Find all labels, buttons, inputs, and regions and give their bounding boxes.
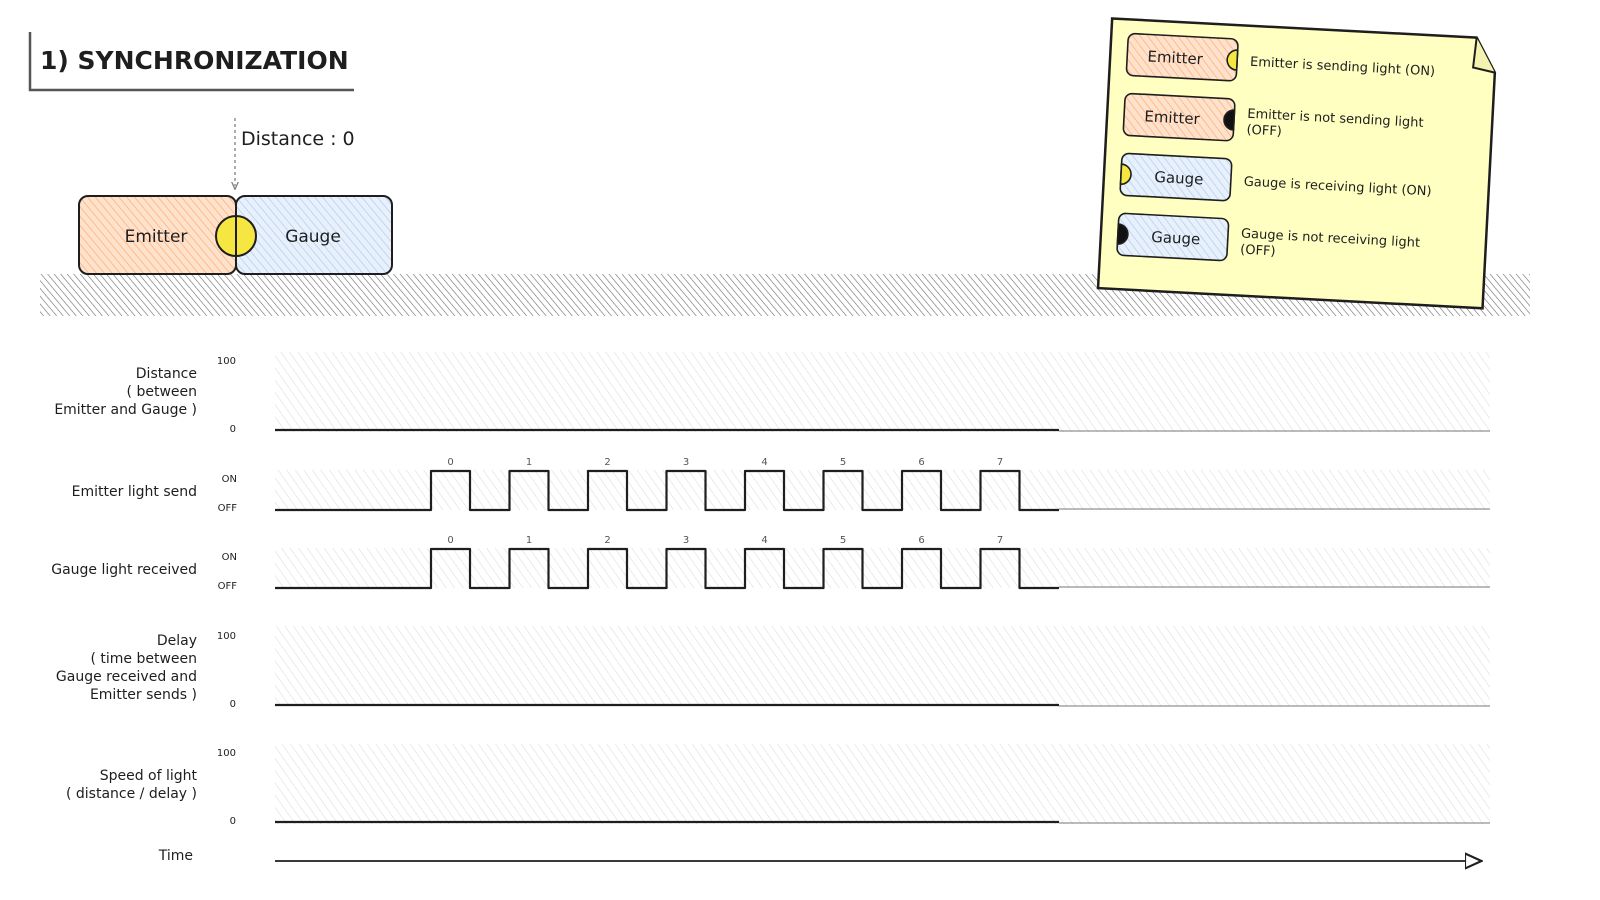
- svg-text:Delay: Delay: [157, 633, 197, 649]
- svg-text:Emitter sends ): Emitter sends ): [90, 687, 197, 703]
- speed-min-tick: 0: [230, 816, 236, 827]
- delay-track-bg: [275, 626, 1490, 706]
- delay-min-tick: 0: [230, 699, 236, 710]
- time-axis-label: Time: [158, 848, 193, 864]
- svg-text:Emitter and Gauge ): Emitter and Gauge ): [54, 402, 197, 418]
- legend-note: Emitter Emitter is sending light (ON) Em…: [1096, 17, 1497, 310]
- emitter-on-tick: ON: [222, 474, 237, 485]
- distance-track-label: Distance ( between Emitter and Gauge ): [54, 366, 197, 418]
- speed-max-tick: 100: [217, 748, 236, 759]
- delay-max-tick: 100: [217, 631, 236, 642]
- emitter-off-tick: OFF: [218, 503, 238, 514]
- gauge-pulse-label: 3: [683, 535, 689, 546]
- distance-indicator: Distance : 0: [235, 118, 355, 186]
- svg-text:Distance: Distance: [136, 366, 197, 382]
- legend-box-label: Gauge: [1154, 168, 1204, 189]
- title-block: 1) SYNCHRONIZATION: [28, 32, 354, 92]
- svg-text:( between: ( between: [127, 384, 197, 400]
- emitter-pulse-label: 1: [526, 457, 532, 468]
- distance-track-bg: [275, 352, 1490, 432]
- gauge-track-bg: [275, 548, 1490, 588]
- diagram-canvas: 1) SYNCHRONIZATION Distance : 0 Emitter …: [28, 17, 1530, 900]
- svg-text:( time between: ( time between: [90, 651, 197, 667]
- speed-track-label: Speed of light ( distance / delay ): [66, 768, 198, 802]
- distance-label: Distance : 0: [241, 128, 355, 150]
- emitter-pulse-label: 6: [918, 457, 924, 468]
- delay-track-label: Delay ( time between Gauge received and …: [56, 633, 197, 703]
- emitter-pulse-label: 2: [604, 457, 610, 468]
- page-title: 1) SYNCHRONIZATION: [40, 46, 349, 75]
- svg-text:Speed of light: Speed of light: [100, 768, 198, 784]
- gauge-pulse-label: 2: [604, 535, 610, 546]
- distance-max-tick: 100: [217, 356, 236, 367]
- gauge-device: Gauge: [235, 195, 393, 275]
- gauge-pulse-label: 5: [840, 535, 846, 546]
- emitter-pulse-label: 3: [683, 457, 689, 468]
- emitter-track-bg: [275, 470, 1490, 510]
- gauge-track-label: Gauge light received: [51, 562, 197, 578]
- emitter-label: Emitter: [125, 227, 188, 247]
- legend-box-label: Emitter: [1147, 47, 1204, 68]
- gauge-pulse-label: 1: [526, 535, 532, 546]
- legend-desc-line2: (OFF): [1246, 123, 1282, 140]
- emitter-device: Emitter: [78, 195, 237, 275]
- gauge-pulse-label: 7: [997, 535, 1003, 546]
- gauge-on-tick: ON: [222, 552, 237, 563]
- emitter-pulse-label: 5: [840, 457, 846, 468]
- legend-box-label: Gauge: [1151, 228, 1201, 249]
- svg-text:Gauge received and: Gauge received and: [56, 669, 197, 685]
- emitter-track-label: Emitter light send: [72, 484, 197, 500]
- legend-box-label: Emitter: [1144, 107, 1201, 128]
- gauge-off-tick: OFF: [218, 581, 238, 592]
- gauge-pulse-label: 6: [918, 535, 924, 546]
- gauge-label: Gauge: [285, 227, 341, 247]
- gauge-pulse-label: 0: [447, 535, 453, 546]
- emitter-pulse-label: 4: [761, 457, 767, 468]
- legend-desc-line2: (OFF): [1240, 243, 1276, 260]
- emitter-pulse-label: 7: [997, 457, 1003, 468]
- speed-track-bg: [275, 744, 1490, 824]
- svg-text:( distance / delay ): ( distance / delay ): [66, 786, 197, 802]
- distance-min-tick: 0: [230, 424, 236, 435]
- emitter-pulse-label: 0: [447, 457, 453, 468]
- gauge-pulse-label: 4: [761, 535, 767, 546]
